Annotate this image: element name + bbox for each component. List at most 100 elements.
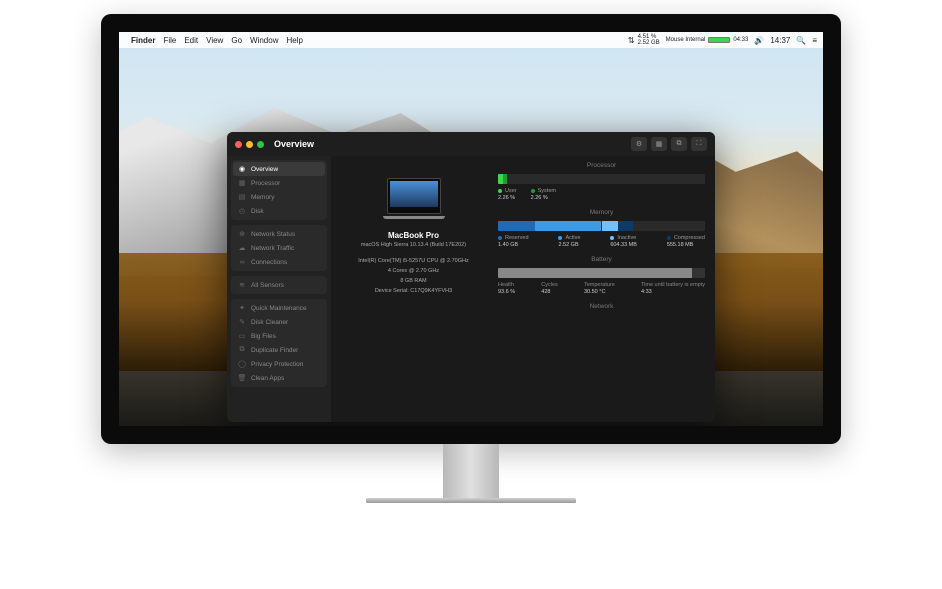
- os-version: macOS High Sierra 10.13.4 (Build 17E202): [361, 242, 466, 248]
- sidebar-item-overview[interactable]: ◉Overview: [233, 162, 325, 176]
- cloud-icon: ☁: [238, 244, 246, 252]
- battery-section: Battery Health93.6 %Cycles428Temperature…: [498, 256, 705, 295]
- sidebar-item-clean-apps[interactable]: 🗑 Clean Apps: [233, 371, 325, 385]
- sidebar-item-memory[interactable]: ▤ Memory: [233, 190, 325, 204]
- sidebar-label: Connections: [251, 259, 287, 266]
- sidebar-item-quick-maintenance[interactable]: ✦ Quick Maintenance: [233, 301, 325, 315]
- menubar-app[interactable]: Finder: [131, 36, 155, 45]
- close-button[interactable]: [235, 141, 242, 148]
- mem-icon: ▤: [238, 193, 246, 201]
- menubar: Finder File Edit View Go Window Help ⇅ 4.51 %…: [119, 32, 823, 48]
- sidebar-label: Network Traffic: [251, 245, 294, 252]
- sidebar-label: Processor: [251, 180, 280, 187]
- screen: Finder File Edit View Go Window Help ⇅ 4.51 %…: [119, 32, 823, 426]
- titlebar: Overview ⚙ ▦ ⧉ ⛶: [227, 132, 715, 156]
- file-icon: ▭: [238, 332, 246, 340]
- sensor-icon: ≋: [238, 281, 246, 289]
- menubar-mem: 2.52 GB: [638, 40, 660, 46]
- device-image: [387, 178, 441, 214]
- battery-stat: Time until battery is empty4:33: [641, 282, 705, 295]
- ram-spec: 8 GB RAM: [400, 278, 426, 284]
- sidebar-label: Overview: [251, 166, 278, 173]
- sidebar-item-duplicate-finder[interactable]: ⧉Duplicate Finder: [233, 343, 325, 357]
- sidebar-item-connections[interactable]: ∞ Connections: [233, 255, 325, 269]
- trash-icon: 🗑: [238, 374, 246, 382]
- serial-spec: Device Serial: C17Q9K4YFVH3: [375, 288, 452, 294]
- search-icon[interactable]: 🔍: [796, 36, 806, 45]
- legend-item: System2.26 %: [531, 188, 556, 201]
- cpu-spec: Intel(R) Core(TM) i5-5257U CPU @ 2.70GHz: [358, 258, 468, 264]
- sidebar-label: Privacy Protection: [251, 361, 303, 368]
- menubar-item-file[interactable]: File: [163, 36, 176, 45]
- disk-icon: ◴: [238, 207, 246, 215]
- wrench-icon: ✦: [238, 304, 246, 312]
- memory-section: Memory Reserved1.40 GBActive2.52 GBInact…: [498, 209, 705, 248]
- window-title: Overview: [274, 139, 314, 149]
- cores-spec: 4 Cores @ 2.70 GHz: [388, 268, 439, 274]
- sidebar-label: Memory: [251, 194, 274, 201]
- legend-item: User2.26 %: [498, 188, 517, 201]
- sidebar-label: Clean Apps: [251, 375, 284, 382]
- sidebar-item-privacy-protection[interactable]: ◯ Privacy Protection: [233, 357, 325, 371]
- sidebar-item-all-sensors[interactable]: ≋ All Sensors: [233, 278, 325, 292]
- system-info-panel: MacBook Pro macOS High Sierra 10.13.4 (B…: [341, 162, 486, 416]
- menubar-item-edit[interactable]: Edit: [184, 36, 198, 45]
- sidebar-label: Quick Maintenance: [251, 305, 307, 312]
- sidebar-item-disk[interactable]: ◴ Disk: [233, 204, 325, 218]
- legend-item: Compressed555.18 MB: [667, 235, 705, 248]
- legend-item: Active2.52 GB: [558, 235, 580, 248]
- memory-bar: [498, 221, 705, 231]
- toolbar-view2-button[interactable]: ⧉: [671, 137, 687, 151]
- menubar-mouse[interactable]: Mouse Internal 04:33: [666, 37, 749, 43]
- volume-icon[interactable]: 🔊: [754, 36, 764, 45]
- gear-icon: ⚙: [636, 140, 642, 148]
- shield-icon: ◯: [238, 360, 246, 368]
- sidebar-item-processor[interactable]: ▦ Processor: [233, 176, 325, 190]
- toolbar-view3-button[interactable]: ⛶: [691, 137, 707, 151]
- sidebar-item-network-status[interactable]: ⊕ Network Status: [233, 227, 325, 241]
- processor-bar: [498, 174, 705, 184]
- arrows-icon: ⇅: [628, 36, 635, 45]
- sidebar-label: Disk Cleaner: [251, 319, 288, 326]
- battery-bar: [498, 268, 705, 278]
- battery-stat: Temperature30.50 °C: [584, 282, 615, 295]
- expand-icon: ⛶: [697, 140, 702, 148]
- monitor-frame: Finder File Edit View Go Window Help ⇅ 4.51 %…: [101, 14, 841, 504]
- monitor-stand: [443, 444, 499, 498]
- monitor-bezel: Finder File Edit View Go Window Help ⇅ 4.51 %…: [101, 14, 841, 444]
- app-window: Overview ⚙ ▦ ⧉ ⛶ ◉Overview ▦ Processor ▤ Mem…: [227, 132, 715, 422]
- cpu-icon: ▦: [238, 179, 246, 187]
- zoom-button[interactable]: [257, 141, 264, 148]
- dup-icon: ⧉: [238, 346, 246, 354]
- sidebar-label: Big Files: [251, 333, 276, 340]
- grid-icon: ▦: [656, 140, 663, 148]
- battery-stat: Health93.6 %: [498, 282, 515, 295]
- sidebar-item-big-files[interactable]: ▭ Big Files: [233, 329, 325, 343]
- menubar-item-help[interactable]: Help: [286, 36, 302, 45]
- monitor-base: [366, 498, 576, 503]
- device-model: MacBook Pro: [388, 231, 439, 240]
- menubar-stats[interactable]: ⇅ 4.51 % 2.52 GB: [628, 34, 660, 46]
- legend-item: Inactive604.33 MB: [610, 235, 637, 248]
- sidebar: ◉Overview ▦ Processor ▤ Memory ◴ Disk ⊕ Network…: [227, 156, 331, 422]
- sidebar-item-disk-cleaner[interactable]: ✎ Disk Cleaner: [233, 315, 325, 329]
- battery-stat: Cycles428: [541, 282, 558, 295]
- toolbar-view1-button[interactable]: ▦: [651, 137, 667, 151]
- brush-icon: ✎: [238, 318, 246, 326]
- menubar-item-window[interactable]: Window: [250, 36, 278, 45]
- menu-icon[interactable]: ≡: [812, 36, 817, 45]
- sidebar-label: Disk: [251, 208, 264, 215]
- menubar-item-go[interactable]: Go: [231, 36, 242, 45]
- sidebar-label: Network Status: [251, 231, 295, 238]
- link-icon: ∞: [238, 258, 246, 266]
- menubar-item-view[interactable]: View: [206, 36, 223, 45]
- sidebar-label: All Sensors: [251, 282, 284, 289]
- net-icon: ⊕: [238, 230, 246, 238]
- minimize-button[interactable]: [246, 141, 253, 148]
- sidebar-item-network-traffic[interactable]: ☁ Network Traffic: [233, 241, 325, 255]
- toolbar-settings-button[interactable]: ⚙: [631, 137, 647, 151]
- processor-section: Processor User2.26 %System2.26 %: [498, 162, 705, 201]
- copy-icon: ⧉: [677, 140, 682, 148]
- menubar-clock[interactable]: 14:37: [770, 36, 790, 45]
- legend-item: Reserved1.40 GB: [498, 235, 529, 248]
